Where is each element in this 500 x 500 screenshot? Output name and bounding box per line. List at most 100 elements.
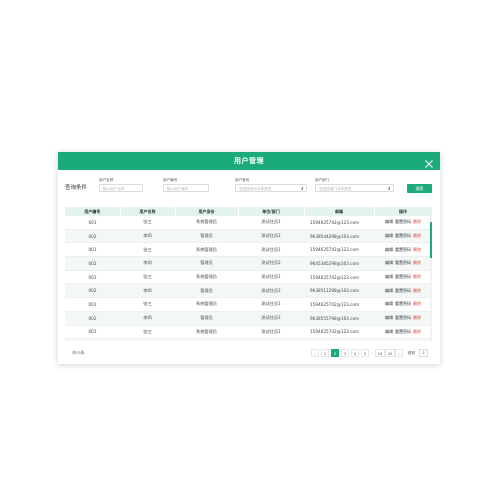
cell-actions: 编辑重置密码删除 xyxy=(374,270,432,285)
cell-user-dept: 测试住员1 xyxy=(238,242,304,258)
column-header[interactable]: 单位/部门 xyxy=(238,207,305,216)
page-button[interactable]: 20 xyxy=(385,349,395,357)
page-button[interactable]: 5 xyxy=(361,349,369,357)
reset-password-link[interactable]: 重置密码 xyxy=(395,315,411,320)
modal-header: 用户管理 xyxy=(58,152,440,170)
edit-link[interactable]: 编辑 xyxy=(385,219,393,224)
edit-link[interactable]: 编辑 xyxy=(385,247,393,252)
column-header[interactable]: 用户名称 xyxy=(120,207,176,216)
delete-link[interactable]: 删除 xyxy=(413,329,421,334)
edit-link[interactable]: 编辑 xyxy=(385,288,393,293)
table-row[interactable]: 002 李四 管理员 测试住员2 9638511298@163.com 编辑 重置密码 删除 xyxy=(65,283,432,299)
cell-user-role: 管理员 xyxy=(175,338,238,341)
delete-link[interactable]: 删除 xyxy=(413,247,421,252)
cell-user-role: 系统管理员 xyxy=(175,325,238,340)
cell-user-dept: 测试住员1 xyxy=(238,325,304,340)
reset-password-link[interactable]: 重置密码 xyxy=(395,329,411,334)
next-page-button[interactable]: › xyxy=(395,349,403,357)
delete-link[interactable]: 删除 xyxy=(413,219,421,224)
reset-password-link[interactable]: 重置密码 xyxy=(395,260,411,265)
cell-user-role: 管理员 xyxy=(175,256,238,271)
chevron-updown-icon: ⬍ xyxy=(387,186,391,191)
reset-password-link[interactable]: 重置密码 xyxy=(395,247,411,252)
cell-user-name: 李四 xyxy=(120,256,175,271)
cell-user-dept: 测试住员1 xyxy=(238,297,304,312)
user-management-modal: 用户管理 查询条件 用户名称 输入用户名称 用户编号 输入用户编号 用户身份 请… xyxy=(58,152,440,364)
field-dept: 用户部门 请选择部门名称类型 ⬍ xyxy=(315,178,394,192)
cell-user-email: 9645385298@163.com xyxy=(304,256,374,271)
close-icon[interactable] xyxy=(423,155,435,168)
cell-user-email: 1594625742@123.com xyxy=(304,325,374,340)
cell-actions: 编辑重置密码删除 xyxy=(374,229,432,244)
reset-password-link[interactable]: 重置密码 xyxy=(395,219,411,224)
page-button-current[interactable]: 2 xyxy=(331,349,339,357)
table-row[interactable]: 001 张三 系统管理员 测试住员1 1594625742@123.com 编辑 重置密码删… xyxy=(65,216,432,230)
cell-user-id: 002 xyxy=(65,311,120,326)
table-row[interactable]: 002 李四 管理员 测试住员2 9638544298@163.com 编辑 重置密码 删除 xyxy=(65,229,432,244)
dept-select[interactable]: 请选择部门名称类型 ⬍ xyxy=(315,184,394,192)
jump-page-input[interactable]: 2 xyxy=(419,349,428,357)
cell-user-id: 001 xyxy=(65,242,120,258)
table-row[interactable]: 001 张三 系统管理员 测试住员1 1594625742@123.com 编辑 重置密码删… xyxy=(65,242,432,258)
pagination: ‹ 1 2 3 4 5 ... 19 20 › 跳转 2 xyxy=(58,349,440,358)
table-row[interactable]: 001 张三 系统管理员 测试住员1 1594625742@123.com 编辑 重置密码删… xyxy=(65,325,432,340)
page-button[interactable]: 1 xyxy=(321,349,329,357)
edit-link[interactable]: 编辑 xyxy=(385,301,393,306)
delete-link[interactable]: 删除 xyxy=(413,233,421,238)
cell-user-name: 张三 xyxy=(120,216,175,230)
cell-user-name: 李四 xyxy=(120,229,175,244)
edit-link[interactable]: 编辑 xyxy=(385,274,393,279)
userid-input[interactable]: 输入用户编号 xyxy=(163,184,209,192)
delete-link[interactable]: 删除 xyxy=(413,274,421,279)
edit-link[interactable]: 编辑 xyxy=(385,233,393,238)
column-header[interactable]: 用户编号 xyxy=(65,207,121,216)
delete-link[interactable]: 删除 xyxy=(413,301,421,306)
delete-link[interactable]: 删除 xyxy=(413,288,421,293)
edit-link[interactable]: 编辑 xyxy=(385,329,393,334)
delete-link[interactable]: 删除 xyxy=(413,260,421,265)
role-select[interactable]: 请选择身份名称类型 ⬍ xyxy=(235,184,307,192)
cell-actions: 编辑重置密码删除 xyxy=(374,216,432,230)
search-button[interactable]: 搜索 xyxy=(407,184,432,193)
page-button[interactable]: 4 xyxy=(351,349,359,357)
cell-user-name: 李四 xyxy=(120,311,175,326)
table-header-row: 用户编号 用户名称 用户身份 单位/部门 邮箱 操作 xyxy=(65,207,432,216)
table-row[interactable]: 001 张三 系统管理员 测试住员1 1594625742@123.com 编辑 重置密码删… xyxy=(65,297,432,312)
reset-password-link[interactable]: 重置密码 xyxy=(395,301,411,306)
column-header[interactable]: 用户身份 xyxy=(175,207,239,216)
cell-user-email: 1594625742@123.com xyxy=(304,216,374,230)
cell-user-role: 管理员 xyxy=(175,283,238,299)
column-header[interactable]: 邮箱 xyxy=(304,207,375,216)
table-row[interactable]: 001 张三 系统管理员 测试住员1 1594625742@123.com 编辑 重置密码删… xyxy=(65,270,432,285)
cell-user-dept: 测试住员2 xyxy=(238,229,304,244)
prev-page-button[interactable]: ‹ xyxy=(311,349,319,357)
cell-user-id: 001 xyxy=(65,325,120,340)
edit-link[interactable]: 编辑 xyxy=(385,315,393,320)
username-input[interactable]: 输入用户名称 xyxy=(99,184,143,192)
column-header[interactable]: 操作 xyxy=(374,207,432,216)
cell-user-email: 1594625742@123.com xyxy=(304,297,374,312)
reset-password-link[interactable]: 重置密码 xyxy=(395,233,411,238)
cell-user-name: 李四 xyxy=(120,283,175,299)
modal-title: 用户管理 xyxy=(234,157,264,165)
jump-label: 跳转 xyxy=(408,351,416,355)
cell-actions: 编辑重置密码删除 xyxy=(374,297,432,312)
field-label: 用户名称 xyxy=(99,178,114,182)
cell-user-id: 002 xyxy=(65,229,120,244)
cell-user-dept: 测试住员2 xyxy=(238,338,304,341)
delete-link[interactable]: 删除 xyxy=(413,315,421,320)
role-select-placeholder: 请选择身份名称类型 xyxy=(239,187,272,191)
table-row[interactable]: 002 李四 管理员 测试住员2 9638555798@163.com 编辑 重置密码 删除 xyxy=(65,311,432,326)
reset-password-link[interactable]: 重置密码 xyxy=(395,274,411,279)
table-row[interactable]: 002李四管理员测试住员29638577298@163.com编辑重置密码删除 xyxy=(65,338,432,341)
table-row[interactable]: 002 李四 管理员 测试住员2 9645385298@163.com 编辑 重置密码 删除 xyxy=(65,256,432,271)
cell-user-name: 李四 xyxy=(120,338,175,341)
page-button[interactable]: 19 xyxy=(375,349,385,357)
edit-link[interactable]: 编辑 xyxy=(385,260,393,265)
page-button[interactable]: 3 xyxy=(341,349,349,357)
table-scrollbar-thumb[interactable] xyxy=(430,222,432,258)
user-table-container: 用户编号 用户名称 用户身份 单位/部门 邮箱 操作 001 张三 系统管理员 测试住… xyxy=(65,207,432,341)
cell-user-email: 9638544298@163.com xyxy=(304,229,374,244)
reset-password-link[interactable]: 重置密码 xyxy=(395,288,411,293)
field-userid: 用户编号 输入用户编号 xyxy=(163,178,209,192)
